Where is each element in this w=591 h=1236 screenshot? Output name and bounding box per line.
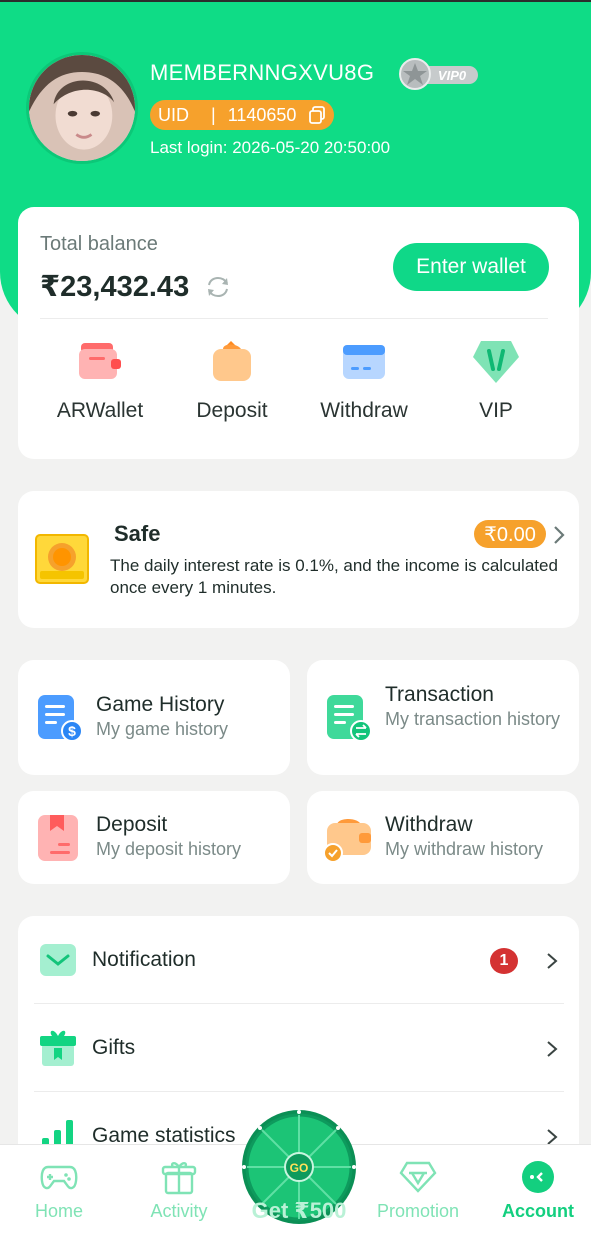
action-arwallet[interactable]: ARWallet: [34, 337, 166, 423]
notification-label: Notification: [92, 948, 196, 971]
enter-wallet-button[interactable]: Enter wallet: [393, 243, 549, 291]
gifts-label: Gifts: [92, 1036, 136, 1059]
nav-promotion[interactable]: Promotion: [363, 1159, 473, 1222]
deposit-history-subtitle: My deposit history: [96, 839, 242, 859]
chevron-right-icon: [547, 953, 558, 969]
nav-activity-label: Activity: [150, 1201, 208, 1221]
safe-title: Safe: [114, 521, 161, 546]
username: MEMBERNNGXVU8G: [150, 60, 375, 85]
balance-card: Total balance ₹23,432.43 Enter wallet AR…: [18, 207, 579, 459]
withdraw-history-card[interactable]: Withdraw My withdraw history: [307, 791, 579, 884]
nav-account[interactable]: Account: [483, 1159, 591, 1222]
diamond-icon: [399, 1161, 437, 1193]
nav-promotion-label: Promotion: [376, 1201, 460, 1221]
game-history-title: Game History: [96, 693, 225, 716]
action-deposit[interactable]: Deposit: [166, 337, 298, 423]
transaction-subtitle: My transaction history: [385, 709, 561, 729]
copy-icon[interactable]: [308, 106, 326, 124]
withdraw-icon: [343, 345, 385, 379]
withdraw-history-subtitle: My withdraw history: [385, 839, 544, 859]
vip-level-badge: VIP0: [399, 58, 478, 90]
notification-count-badge: 1: [490, 948, 518, 974]
deposit-history-icon: [38, 815, 78, 861]
balance-amount: ₹23,432.43: [40, 271, 190, 303]
action-deposit-label: Deposit: [196, 399, 268, 422]
nav-home-label: Home: [34, 1201, 83, 1221]
gamepad-icon: [40, 1165, 78, 1190]
transaction-icon: [327, 695, 371, 742]
action-vip[interactable]: VIP: [430, 337, 562, 423]
svg-text:$: $: [68, 723, 76, 739]
withdraw-history-icon: [325, 819, 371, 863]
withdraw-history-title: Withdraw: [385, 813, 473, 836]
action-withdraw-label: Withdraw: [320, 399, 408, 422]
avatar[interactable]: [26, 52, 138, 164]
safe-card[interactable]: Safe ₹0.00 The daily interest rate is 0.…: [18, 491, 579, 628]
safe-amount-badge: ₹0.00: [474, 520, 546, 548]
account-icon: [522, 1161, 554, 1193]
action-vip-label: VIP: [479, 399, 513, 422]
uid-pill: UID | 1140650: [150, 100, 334, 130]
transaction-card[interactable]: Transaction My transaction history: [307, 660, 579, 775]
balance-divider: [40, 318, 548, 319]
deposit-history-card[interactable]: Deposit My deposit history: [18, 791, 290, 884]
gift-box-icon: [161, 1162, 197, 1195]
menu-gifts[interactable]: Gifts: [34, 1004, 564, 1092]
nav-home[interactable]: Home: [4, 1159, 114, 1222]
wheel-go-text: GO: [290, 1161, 309, 1175]
gift-icon: [40, 1030, 76, 1066]
nav-account-label: Account: [502, 1201, 574, 1221]
chevron-right-icon[interactable]: [552, 525, 566, 545]
wheel-prize-label: Get ₹500: [251, 1198, 347, 1223]
vip-icon: [473, 341, 519, 383]
avatar-portrait: [29, 55, 135, 161]
game-history-subtitle: My game history: [96, 719, 229, 739]
vip-level-text: VIP0: [438, 68, 467, 83]
chevron-right-icon: [547, 1041, 558, 1057]
safe-icon: [35, 534, 89, 584]
wallet-icon: [79, 343, 121, 379]
menu-notification[interactable]: Notification 1: [34, 916, 564, 1004]
uid-separator: |: [211, 104, 216, 125]
wallet-actions: ARWallet Deposit Withdraw VIP: [18, 337, 579, 423]
deposit-history-title: Deposit: [96, 813, 168, 836]
game-history-card[interactable]: $ Game History My game history: [18, 660, 290, 775]
last-login: Last login: 2026-05-20 20:50:00: [150, 138, 391, 157]
notification-icon: [40, 944, 76, 976]
uid-value: 1140650: [227, 104, 297, 125]
transaction-title: Transaction: [385, 683, 494, 706]
nav-activity[interactable]: Activity: [124, 1159, 234, 1222]
safe-description: The daily interest rate is 0.1%, and the…: [110, 556, 558, 597]
game-history-icon: $: [38, 695, 82, 742]
action-withdraw[interactable]: Withdraw: [298, 337, 430, 423]
deposit-icon: [213, 341, 251, 381]
action-arwallet-label: ARWallet: [56, 399, 144, 422]
total-balance-label: Total balance: [40, 233, 158, 255]
refresh-icon[interactable]: [204, 275, 232, 299]
uid-label: UID: [158, 104, 189, 125]
